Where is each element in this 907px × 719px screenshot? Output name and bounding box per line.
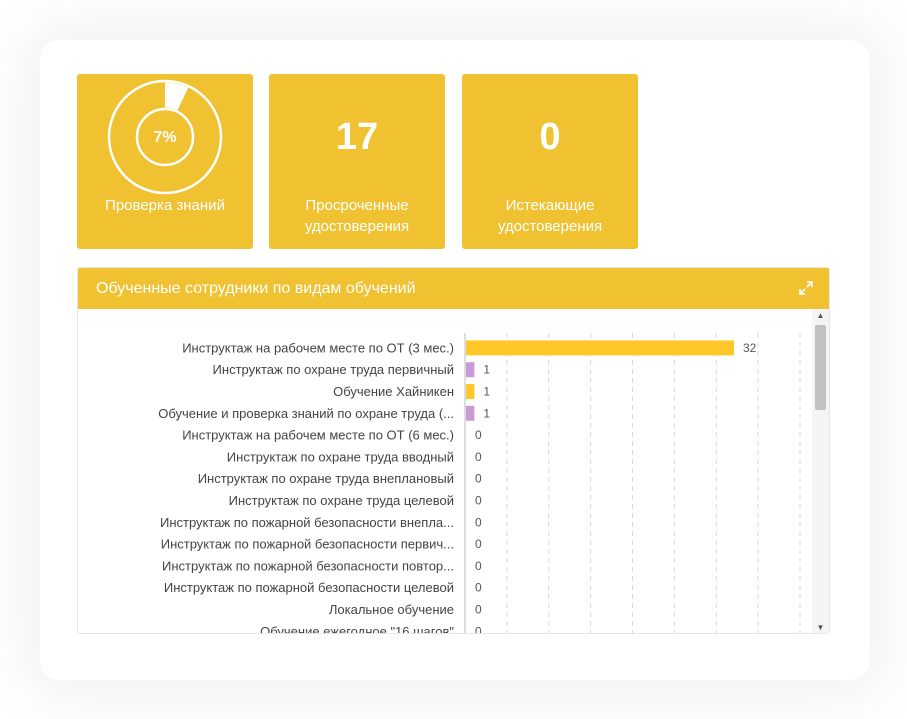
chart-scrollbar[interactable]: ▲ ▼ (812, 309, 829, 633)
expiring-certificates-count: 0 (539, 116, 561, 158)
category-label: Инструктаж по пожарной безопасности повт… (162, 558, 454, 573)
category-label: Инструктаж по охране труда целевой (229, 493, 454, 508)
bar-value-label: 0 (475, 581, 482, 595)
bar-value-label: 0 (475, 428, 482, 442)
bar-value-label: 0 (475, 559, 482, 573)
knowledge-check-percent: 7% (153, 129, 177, 146)
category-label: Инструктаж на рабочем месте по ОТ (6 мес… (182, 428, 454, 443)
bar[interactable] (466, 362, 475, 378)
panel-header: Обученные сотрудники по видам обучений (78, 268, 829, 309)
expired-certificates-count: 17 (335, 116, 379, 158)
trained-employees-panel: Обученные сотрудники по видам обучений И… (77, 267, 830, 634)
bar-value-label: 1 (483, 406, 490, 420)
bar[interactable] (466, 405, 475, 421)
panel-title: Обученные сотрудники по видам обучений (96, 280, 416, 297)
bar-value-label: 0 (475, 472, 482, 486)
bar[interactable] (466, 340, 734, 356)
bar-value-label: 0 (475, 603, 482, 617)
trained-employees-chart: Инструктаж на рабочем месте по ОТ (3 мес… (158, 333, 801, 634)
expired-certificates-label: Просроченные удостоверения (304, 197, 410, 235)
category-label: Инструктаж по охране труда вводный (227, 449, 454, 464)
category-label: Обучение Хайникен (333, 384, 454, 399)
category-label: Инструктаж по пожарной безопасности внеп… (160, 515, 454, 530)
expired-certificates-tile[interactable]: 17 Просроченные удостоверения (269, 74, 445, 249)
bar-value-label: 1 (483, 385, 490, 399)
bar-value-label: 0 (475, 494, 482, 508)
scroll-thumb[interactable] (815, 325, 826, 410)
bar-value-label: 0 (475, 515, 482, 529)
bar-value-label: 1 (483, 363, 490, 377)
expand-icon[interactable] (799, 281, 813, 295)
knowledge-check-progress-slice (165, 82, 189, 111)
category-label: Обучение и проверка знаний по охране тру… (158, 406, 454, 421)
bar[interactable] (466, 384, 475, 399)
category-label: Инструктаж по пожарной безопасности перв… (161, 537, 454, 552)
category-label: Инструктаж по охране труда внеплановый (198, 471, 454, 486)
category-label: Инструктаж по пожарной безопасности целе… (164, 580, 454, 595)
category-label: Инструктаж на рабочем месте по ОТ (3 мес… (182, 340, 454, 355)
knowledge-check-tile[interactable]: 7% Проверка знаний (77, 74, 253, 249)
knowledge-check-label: Проверка знаний (105, 197, 225, 214)
category-label: Локальное обучение (329, 602, 454, 617)
expiring-certificates-label: Истекающие удостоверения (497, 197, 603, 235)
scroll-up-arrow-icon[interactable]: ▲ (812, 309, 829, 323)
expiring-certificates-tile[interactable]: 0 Истекающие удостоверения (462, 74, 638, 249)
bar-value-label: 32 (743, 341, 757, 355)
category-label: Инструктаж по охране труда первичный (213, 362, 454, 377)
bar-value-label: 0 (475, 537, 482, 551)
category-label: Обучение ежегодное "16 шагов" (260, 624, 454, 634)
bar-value-label: 0 (475, 450, 482, 464)
scroll-down-arrow-icon[interactable]: ▼ (812, 621, 829, 633)
bar-value-label: 0 (475, 624, 482, 634)
